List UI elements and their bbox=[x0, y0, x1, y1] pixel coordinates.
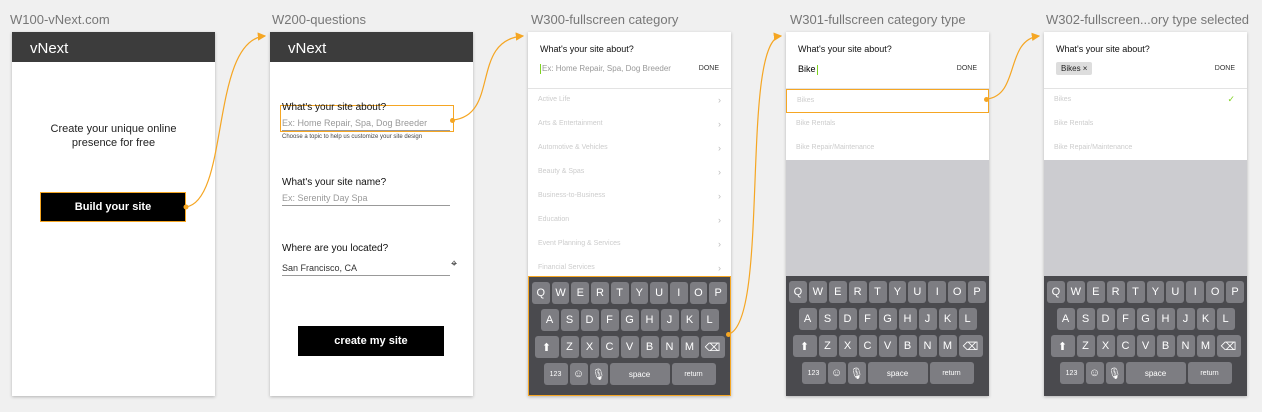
flow-connectors bbox=[183, 32, 1041, 335]
flow-arrow bbox=[986, 32, 1041, 100]
flow-arrow bbox=[185, 32, 267, 208]
connector-dot bbox=[183, 204, 189, 210]
flow-arrow bbox=[452, 32, 525, 121]
flow-arrow bbox=[728, 32, 783, 335]
